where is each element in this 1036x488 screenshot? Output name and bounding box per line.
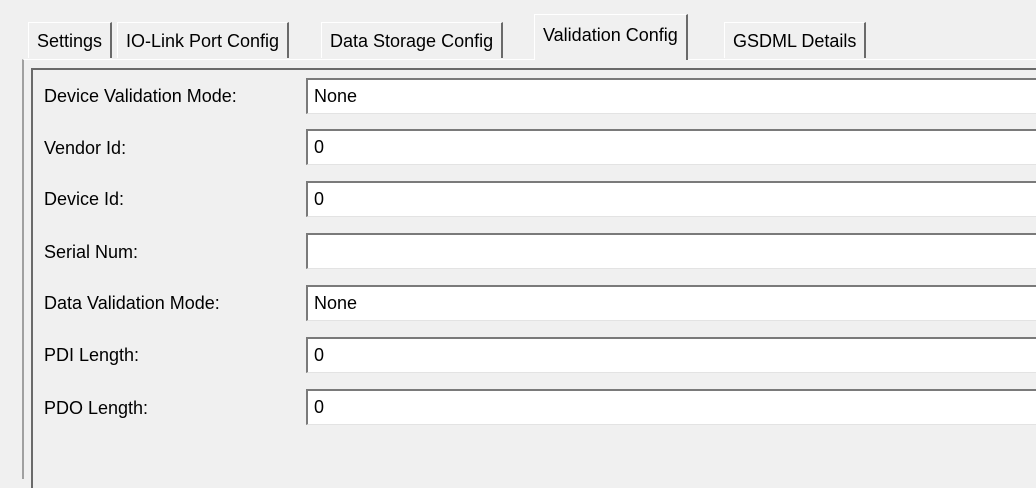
tab-data-storage-config[interactable]: Data Storage Config — [321, 22, 504, 58]
pdo-length-label: PDO Length: — [44, 398, 149, 418]
tab-settings[interactable]: Settings — [28, 22, 113, 58]
data-validation-mode-label: Data Validation Mode: — [44, 293, 220, 313]
vendor-id-label: Vendor Id: — [44, 138, 127, 158]
device-validation-mode-label: Device Validation Mode: — [44, 86, 237, 106]
validation-config-window: Settings IO-Link Port Config Data Storag… — [0, 0, 1036, 488]
tab-strip: Settings IO-Link Port Config Data Storag… — [22, 14, 1036, 60]
serial-num-label: Serial Num: — [44, 242, 139, 262]
tab-validation-config[interactable]: Validation Config — [534, 14, 688, 60]
data-validation-mode-field[interactable] — [306, 285, 1036, 321]
device-id-label: Device Id: — [44, 189, 125, 209]
pdi-length-label: PDI Length: — [44, 345, 140, 365]
serial-num-field[interactable] — [306, 233, 1036, 269]
device-validation-mode-field[interactable] — [306, 78, 1036, 114]
tab-io-link-port-config[interactable]: IO-Link Port Config — [117, 22, 290, 58]
tab-gsdml-details[interactable]: GSDML Details — [724, 22, 867, 58]
device-id-field[interactable] — [306, 181, 1036, 217]
pdo-length-field[interactable] — [306, 389, 1036, 425]
vendor-id-field[interactable] — [306, 129, 1036, 165]
pdi-length-field[interactable] — [306, 337, 1036, 373]
